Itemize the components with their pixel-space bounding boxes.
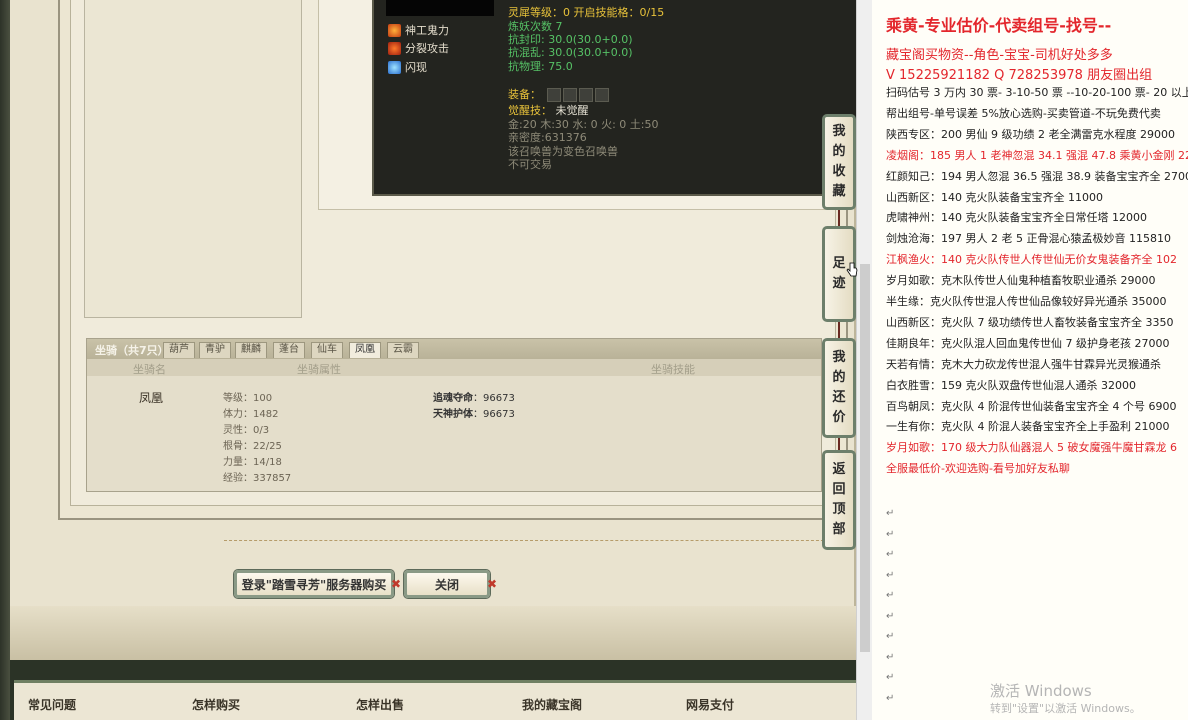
doc-line: 白衣胜雪：159 克火队双盘传世仙混人通杀 32000	[886, 378, 1136, 392]
equip-slot	[562, 88, 577, 102]
mount-tabs-bar: 坐骑（共7只） 葫芦 青驴 麒麟 蓬台 仙车 凤凰 云霸	[87, 339, 821, 359]
tooltip-line: 抗物理: 75.0	[508, 60, 573, 73]
close-button[interactable]: 关闭 ✖	[404, 570, 497, 598]
activation-watermark: 激活 Windows	[990, 682, 1092, 700]
note-line: 不可交易	[508, 158, 552, 171]
col-attrs: 坐骑属性	[297, 363, 341, 376]
equip-slot	[546, 88, 561, 102]
paragraph-mark: ↵	[886, 569, 895, 581]
doc-line: 山西新区：140 克火队装备宝宝齐全 11000	[886, 190, 1103, 204]
nav-how-sell[interactable]: 怎样出售	[356, 696, 404, 713]
doc-line: 剑烛沧海：197 男人 2 老 5 正骨混心猿孟极妙音 115810	[886, 232, 1171, 246]
nav-my-cbg[interactable]: 我的藏宝阁	[522, 696, 582, 713]
mount-attr: 经验：337857	[223, 473, 292, 484]
activation-watermark-sub: 转到"设置"以激活 Windows。	[990, 702, 1141, 715]
mount-name: 凤凰	[139, 391, 164, 405]
nav-faq[interactable]: 常见问题	[28, 696, 76, 713]
equip-label: 装备：	[508, 88, 541, 101]
doc-title: 乘黄-专业估价-代卖组号-找号--	[886, 16, 1112, 35]
mount-tab[interactable]: 云霸	[387, 342, 419, 358]
mount-title: 坐骑（共7只）	[95, 344, 169, 357]
skill-item: 分裂攻击	[388, 40, 449, 56]
skill-item: 神工鬼力	[388, 22, 449, 38]
my-bargain-button[interactable]: 我 的 还 价	[822, 338, 856, 438]
back-to-top-button[interactable]: 返 回 顶 部	[822, 450, 856, 550]
doc-line: 一生有你：克火队 4 阶混人装备宝宝齐全上手盈利 21000	[886, 420, 1170, 434]
doc-line: 凌烟阁：185 男人 1 老神忽混 34.1 强混 47.8 乘黄小金刚 22	[886, 148, 1188, 162]
bottom-nav: 常见问题 怎样购买 怎样出售 我的藏宝阁 网易支付	[10, 660, 856, 720]
doc-subtitle: V 15225921182 Q 728253978 朋友圈出组	[886, 68, 1153, 83]
doc-line: 佳期良年：克火队混人回血鬼传世仙 7 级护身老孩 27000	[886, 336, 1170, 350]
doc-line: 虎啸神州：140 克火队装备宝宝齐全日常任塔 12000	[886, 211, 1147, 225]
close-x-icon: ✖	[486, 577, 497, 591]
tooltip-header-box	[386, 0, 494, 16]
doc-line: 天若有情：克木大力砍龙传世混人强牛甘霖异光灵猴通杀	[886, 357, 1161, 371]
doc-line: 岁月如歌：170 级大力队仙器混人 5 破女魔强牛魔甘霖龙 6	[886, 441, 1177, 455]
doc-line: 半生缘：克火队传世混人传世仙品像较好异光通杀 35000	[886, 295, 1167, 308]
paragraph-mark: ↵	[886, 508, 895, 519]
mount-tab[interactable]: 麒麟	[235, 342, 267, 358]
mount-attr: 根骨：22/25	[223, 441, 282, 452]
mount-table-header: 坐骑名 坐骑属性 坐骑技能	[87, 359, 821, 376]
paragraph-mark: ↵	[886, 631, 895, 642]
hand-cursor-icon	[846, 262, 858, 277]
buy-server-button[interactable]: 登录"踏雪寻芳"服务器购买 ✖	[234, 570, 401, 598]
mount-tab[interactable]: 蓬台	[273, 342, 305, 358]
skill-fire-icon	[388, 23, 401, 37]
nav-netease-pay[interactable]: 网易支付	[686, 696, 734, 713]
mount-skill: 追魂夺命：96673	[433, 393, 515, 404]
paragraph-mark: ↵	[886, 672, 895, 683]
mount-tab[interactable]: 青驴	[199, 342, 231, 358]
skill-flash-icon	[388, 60, 401, 74]
equip-slot	[578, 88, 593, 102]
mount-attr: 体力：1482	[223, 409, 279, 420]
mount-skill: 天神护体：96673	[433, 409, 515, 420]
close-x-icon: ✖	[390, 577, 401, 591]
paragraph-mark: ↵	[886, 692, 895, 704]
paragraph-mark: ↵	[886, 590, 895, 601]
doc-line: 红颜知己：194 男人忽混 36.5 强混 38.9 装备宝宝齐全 2700	[886, 169, 1188, 183]
skill-item: 闪现	[388, 59, 427, 75]
doc-line: 岁月如歌：克木队传世人仙鬼种植畜牧职业通杀 29000	[886, 274, 1156, 288]
mount-tab-active[interactable]: 凤凰	[349, 342, 381, 358]
equip-slot	[594, 88, 609, 102]
equip-row: 装备：	[508, 86, 609, 102]
paragraph-mark: ↵	[886, 549, 895, 560]
pet-tooltip: 神工鬼力 分裂攻击 闪现 灵犀等级：0 开启技能格：0/15 炼妖次数 7 抗封…	[372, 0, 858, 196]
left-edge-strip	[0, 0, 10, 720]
mount-section: 坐骑（共7只） 葫芦 青驴 麒麟 蓬台 仙车 凤凰 云霸 坐骑名 坐骑属性 坐骑…	[86, 338, 822, 492]
doc-line: 全服最低价-欢迎选购-看号加好友私聊	[886, 462, 1070, 476]
doc-line: 扫码估号 3 万内 30 票- 3-10-50 票 --10-20-100 票-…	[886, 86, 1188, 99]
left-info-panel	[84, 0, 302, 318]
doc-line: 山西新区：克火队 7 级功绩传世人畜牧装备宝宝齐全 3350	[886, 315, 1174, 329]
col-name: 坐骑名	[133, 363, 166, 376]
frame-bottom	[10, 606, 856, 660]
paragraph-mark: ↵	[886, 610, 895, 622]
paragraph-mark: ↵	[886, 528, 895, 540]
doc-panel: 乘黄-专业估价-代卖组号-找号-- 藏宝阁买物资--角色-宝宝-司机好处多多 V…	[872, 0, 1188, 720]
mount-tab[interactable]: 仙车	[311, 342, 343, 358]
page-scrollbar[interactable]	[856, 0, 872, 720]
doc-line: 陕西专区：200 男仙 9 级功绩 2 老全满雷克水程度 29000	[886, 127, 1175, 141]
doc-subtitle: 藏宝阁买物资--角色-宝宝-司机好处多多	[886, 48, 1113, 63]
doc-line: 帮出组号-单号误差 5%放心选购-买卖管道-不玩免费代卖	[886, 106, 1161, 120]
nav-how-buy[interactable]: 怎样购买	[192, 696, 240, 713]
dotted-separator	[224, 540, 834, 541]
mount-tab[interactable]: 葫芦	[163, 342, 195, 358]
mount-attr: 灵性：0/3	[223, 425, 270, 436]
doc-line: 江枫渔火：140 克火队传世人传世仙无价女鬼装备齐全 102	[886, 253, 1177, 267]
col-skills: 坐骑技能	[651, 363, 695, 376]
doc-line: 百鸟朝凤：克火队 4 阶混传世仙装备宝宝齐全 4 个号 6900	[886, 399, 1177, 413]
scrollbar-thumb[interactable]	[860, 264, 870, 652]
mount-attr: 等级：100	[223, 393, 273, 404]
skill-split-icon	[388, 41, 401, 55]
mount-attr: 力量：14/18	[223, 457, 282, 468]
my-favorites-button[interactable]: 我 的 收 藏	[822, 114, 856, 210]
paragraph-mark: ↵	[886, 651, 895, 663]
